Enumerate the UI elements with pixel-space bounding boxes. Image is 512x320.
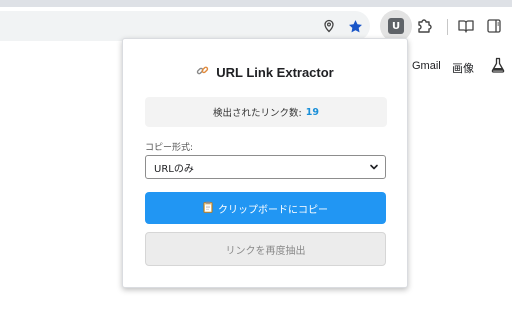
extension-popup: URL Link Extractor 検出されたリンク数: 19 コピー形式: … xyxy=(122,38,408,288)
puzzle-icon[interactable] xyxy=(411,13,437,39)
popup-title: URL Link Extractor xyxy=(123,64,407,80)
chevron-down-icon xyxy=(370,164,378,170)
gmail-link[interactable]: Gmail xyxy=(412,60,441,72)
tab-strip-edge xyxy=(0,0,512,7)
side-panel-icon[interactable] xyxy=(481,13,507,39)
address-bar[interactable] xyxy=(0,11,370,41)
extension-u-icon[interactable]: U xyxy=(388,18,404,34)
images-link[interactable]: 画像 xyxy=(452,60,474,76)
copy-format-label: コピー形式: xyxy=(145,143,194,153)
link-count-box: 検出されたリンク数: 19 xyxy=(145,97,387,127)
reextract-links-button[interactable]: リンクを再度抽出 xyxy=(145,232,386,266)
popup-title-text: URL Link Extractor xyxy=(216,64,334,80)
reextract-button-label: リンクを再度抽出 xyxy=(225,245,306,257)
clipboard-icon xyxy=(203,201,213,216)
location-icon[interactable] xyxy=(316,13,342,39)
link-icon xyxy=(196,64,209,80)
reading-mode-icon[interactable] xyxy=(453,13,479,39)
star-icon[interactable] xyxy=(342,13,368,39)
copy-format-select[interactable]: URLのみ xyxy=(145,155,386,179)
copy-format-selected: URLのみ xyxy=(154,163,194,175)
copy-button-label: クリップボードにコピー xyxy=(218,204,328,216)
labs-flask-icon[interactable] xyxy=(490,57,506,77)
copy-to-clipboard-button[interactable]: クリップボードにコピー xyxy=(145,192,386,224)
toolbar-separator xyxy=(447,19,448,35)
link-count-value: 19 xyxy=(305,106,319,118)
link-count-label: 検出されたリンク数: xyxy=(213,108,302,119)
